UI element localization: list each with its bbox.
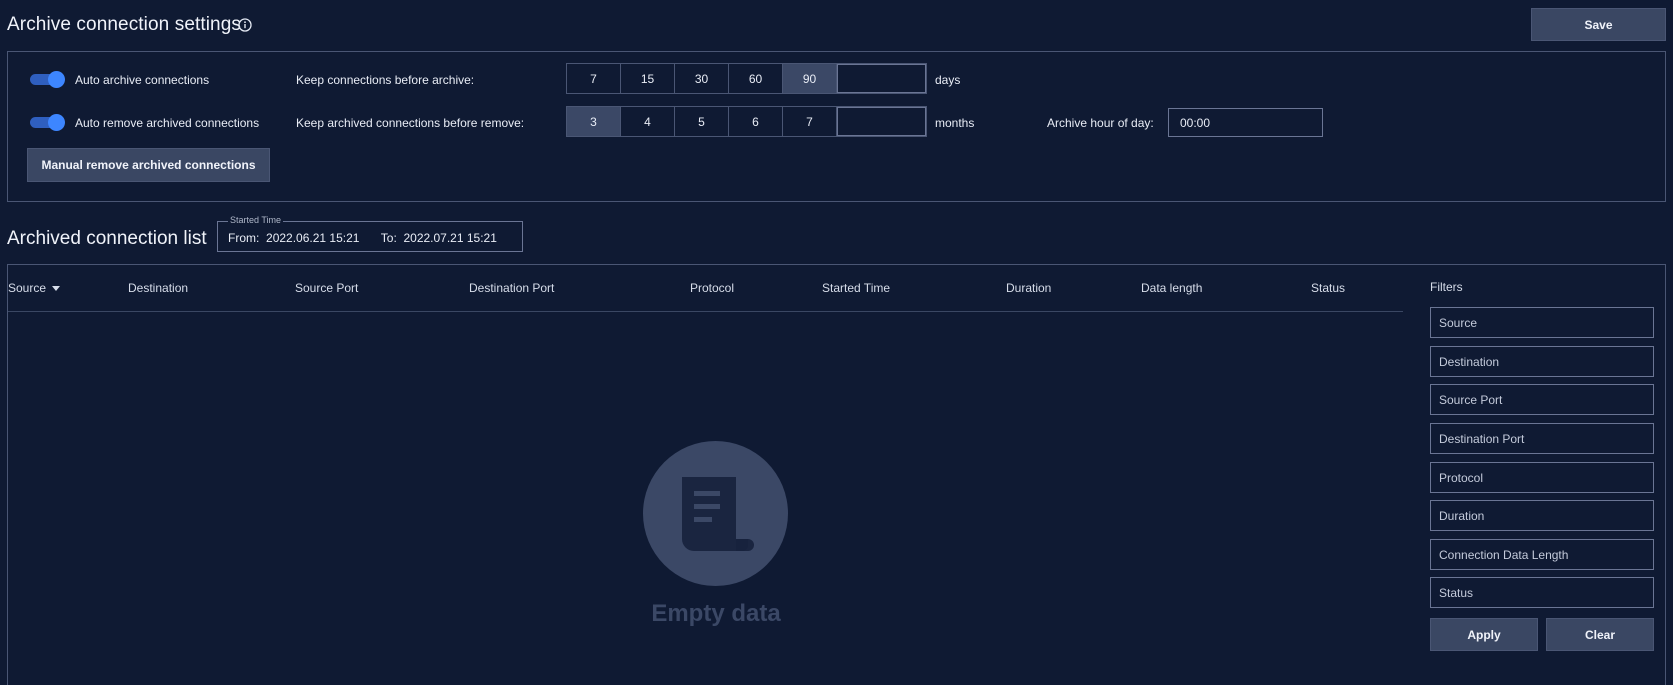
- archive-days-option[interactable]: 30: [675, 64, 729, 93]
- auto-archive-toggle[interactable]: [30, 71, 65, 88]
- auto-archive-label: Auto archive connections: [75, 73, 210, 87]
- months-unit-label: months: [935, 116, 975, 130]
- archive-days-custom-input[interactable]: [837, 64, 926, 93]
- filter-data-length-input[interactable]: [1431, 540, 1653, 569]
- filter-destination-input[interactable]: [1431, 347, 1653, 376]
- keep-before-remove-label: Keep archived connections before remove:: [296, 116, 525, 130]
- filter-protocol-input[interactable]: [1431, 463, 1653, 492]
- filter-duration-input[interactable]: [1431, 501, 1653, 530]
- column-header-protocol[interactable]: Protocol: [690, 281, 734, 295]
- filter-source[interactable]: [1430, 307, 1654, 338]
- filter-destination-port[interactable]: [1430, 423, 1654, 454]
- filter-duration[interactable]: [1430, 500, 1654, 531]
- column-header-destination[interactable]: Destination: [128, 281, 188, 295]
- column-header-status[interactable]: Status: [1311, 281, 1345, 295]
- remove-months-option[interactable]: 7: [783, 107, 837, 136]
- started-time-legend: Started Time: [228, 215, 284, 225]
- remove-months-option[interactable]: 6: [729, 107, 783, 136]
- remove-months-custom-field[interactable]: [837, 107, 926, 136]
- archive-days-option[interactable]: 15: [621, 64, 675, 93]
- empty-state-text: Empty data: [651, 600, 781, 627]
- filter-protocol[interactable]: [1430, 462, 1654, 493]
- to-label: To:: [380, 231, 397, 245]
- filter-source-port[interactable]: [1430, 384, 1654, 415]
- archive-hour-label: Archive hour of day:: [1047, 116, 1154, 130]
- filter-destination-port-input[interactable]: [1431, 424, 1653, 453]
- info-icon[interactable]: [238, 18, 252, 32]
- auto-remove-label: Auto remove archived connections: [75, 116, 260, 130]
- document-icon: [682, 477, 754, 551]
- sort-descending-icon: [52, 286, 61, 292]
- started-time-text: From: 2022.06.21 15:21 To: 2022.07.21 15…: [228, 231, 497, 245]
- archive-hour-input[interactable]: [1169, 109, 1322, 136]
- column-header-source[interactable]: Source: [8, 281, 61, 295]
- remove-months-custom-input[interactable]: [837, 107, 926, 136]
- remove-months-selector: 3 4 5 6 7: [566, 106, 927, 137]
- from-label: From:: [228, 231, 260, 245]
- column-header-duration[interactable]: Duration: [1006, 281, 1051, 295]
- keep-before-archive-label: Keep connections before archive:: [296, 73, 475, 87]
- days-unit-label: days: [935, 73, 961, 87]
- column-header-started-time[interactable]: Started Time: [822, 281, 890, 295]
- column-header-label: Source: [8, 281, 47, 295]
- connections-table: [7, 264, 1666, 685]
- remove-months-option[interactable]: 5: [675, 107, 729, 136]
- column-header-destination-port[interactable]: Destination Port: [469, 281, 554, 295]
- archive-days-option[interactable]: 7: [567, 64, 621, 93]
- apply-filters-button[interactable]: Apply: [1430, 618, 1538, 651]
- column-header-source-port[interactable]: Source Port: [295, 281, 358, 295]
- remove-months-option-selected[interactable]: 3: [567, 107, 621, 136]
- filter-status-input[interactable]: [1431, 578, 1653, 607]
- filter-status[interactable]: [1430, 577, 1654, 608]
- archive-days-selector: 7 15 30 60 90: [566, 63, 927, 94]
- archive-days-option[interactable]: 60: [729, 64, 783, 93]
- started-time-range[interactable]: Started Time From: 2022.06.21 15:21 To: …: [217, 215, 523, 252]
- archive-hour-field[interactable]: [1168, 108, 1323, 137]
- manual-remove-button[interactable]: Manual remove archived connections: [27, 148, 270, 182]
- clear-filters-button[interactable]: Clear: [1546, 618, 1654, 651]
- remove-months-option[interactable]: 4: [621, 107, 675, 136]
- filter-destination[interactable]: [1430, 346, 1654, 377]
- table-header-divider: [8, 311, 1403, 312]
- filters-title: Filters: [1430, 280, 1463, 294]
- list-title: Archived connection list: [7, 228, 207, 249]
- archive-days-option-selected[interactable]: 90: [783, 64, 837, 93]
- filter-source-port-input[interactable]: [1431, 385, 1653, 414]
- from-value: 2022.06.21 15:21: [266, 231, 360, 245]
- save-button[interactable]: Save: [1531, 8, 1666, 41]
- column-header-data-length[interactable]: Data length: [1141, 281, 1202, 295]
- filter-data-length[interactable]: [1430, 539, 1654, 570]
- filter-source-input[interactable]: [1431, 308, 1653, 337]
- to-value: 2022.07.21 15:21: [403, 231, 497, 245]
- page-title: Archive connection settings: [7, 14, 241, 35]
- archive-days-custom-field[interactable]: [837, 64, 926, 93]
- auto-remove-toggle[interactable]: [30, 114, 65, 131]
